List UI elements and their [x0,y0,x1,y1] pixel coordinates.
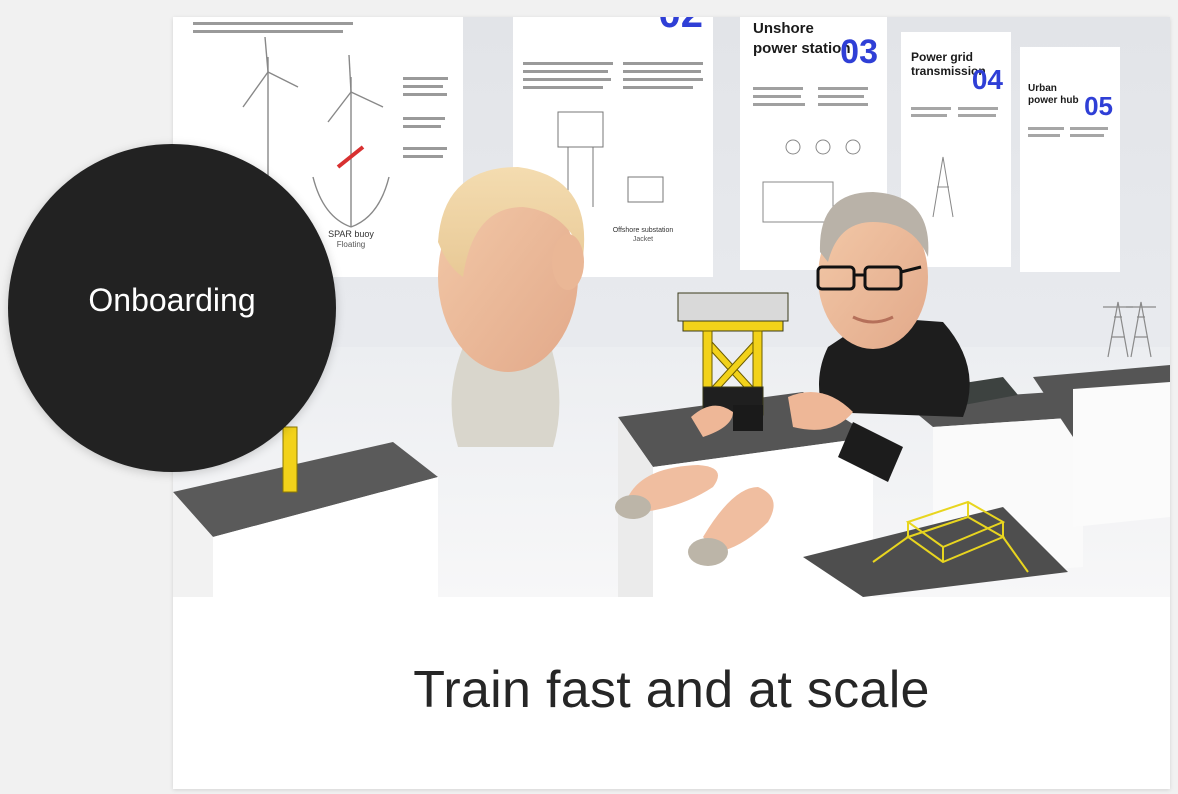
poster-05-title-2: power hub [1028,95,1079,106]
poster-03-title-2: power station [753,40,851,57]
substation-subcaption: Jacket [633,236,653,243]
caption-area: Train fast and at scale [173,597,1170,789]
poster-03-number: 03 [840,33,878,71]
poster-04-title-1: Power grid [911,50,973,64]
turbine-caption: SPAR buoy [328,229,374,239]
onboarding-badge: Onboarding [8,144,336,472]
substation-caption: Offshore substation [613,227,674,234]
monopile-model [282,426,298,493]
poster-05-number: 05 [1084,91,1113,121]
caption-heading: Train fast and at scale [413,661,930,719]
turbine-subcaption: Floating [337,240,365,249]
poster-05-title-1: Urban [1028,83,1057,94]
content-card: SPAR buoy Floating 02 [173,17,1170,789]
poster-04-number: 04 [972,64,1004,95]
onboarding-badge-label: Onboarding [88,281,256,318]
poster-03-title-1: Unshore [753,20,814,37]
poster-05: Urban power hub 05 [1020,47,1120,272]
poster-02-number: 02 [659,17,704,36]
